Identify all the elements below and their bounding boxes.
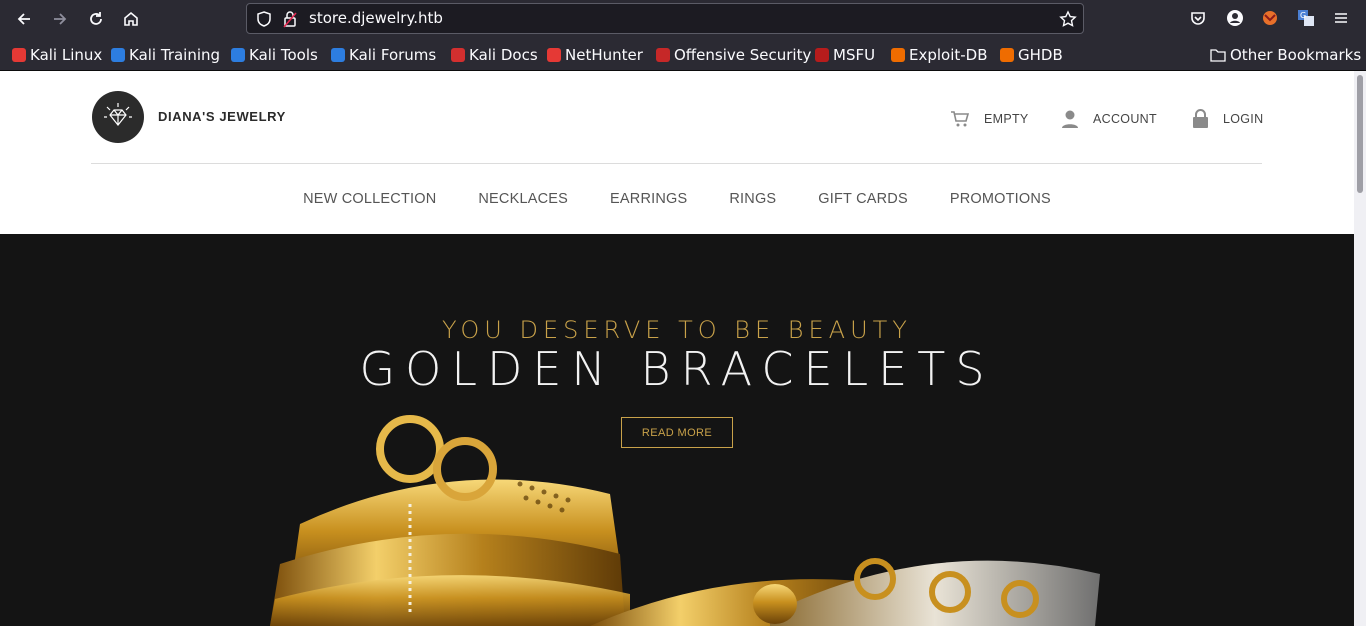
bookmark-label: MSFU [833, 46, 876, 64]
bookmark-label: Kali Tools [249, 46, 318, 64]
other-bookmarks-folder[interactable]: Other Bookmarks [1210, 45, 1361, 65]
bookmark-label: Kali Training [129, 46, 221, 64]
nav-item-gift-cards[interactable]: GIFT CARDS [797, 191, 929, 207]
page-viewport: DIANA'S JEWELRY EMPTY ACCOUNT LOGIN NEW … [0, 71, 1366, 626]
nethunter-icon [547, 48, 561, 62]
nav-item-earrings[interactable]: EARRINGS [589, 191, 708, 207]
reload-icon [90, 12, 102, 25]
translate-icon: G [1298, 10, 1314, 26]
nav-item-promotions[interactable]: PROMOTIONS [929, 191, 1072, 207]
forward-button[interactable] [48, 7, 72, 31]
forward-arrow-icon [54, 13, 67, 25]
header-divider [91, 163, 1262, 164]
kali-training-icon [111, 48, 125, 62]
bookmark-exploit-db[interactable]: Exploit-DB [891, 45, 988, 65]
kali-forums-icon [331, 48, 345, 62]
extension-button[interactable] [1260, 8, 1280, 28]
kali-docs-icon [451, 48, 465, 62]
nav-item-new-collection[interactable]: NEW COLLECTION [282, 191, 457, 207]
back-arrow-icon [17, 13, 30, 25]
reload-button[interactable] [84, 7, 108, 31]
site-header: DIANA'S JEWELRY EMPTY ACCOUNT LOGIN NEW … [0, 71, 1354, 234]
main-navigation: NEW COLLECTION NECKLACES EARRINGS RINGS GIFT… [0, 191, 1354, 207]
other-bookmarks-label: Other Bookmarks [1230, 46, 1362, 64]
bookmark-nethunter[interactable]: NetHunter [547, 45, 643, 65]
login-link[interactable]: LOGIN [1192, 107, 1263, 131]
bookmark-kali-training[interactable]: Kali Training [111, 45, 220, 65]
account-link[interactable]: ACCOUNT [1061, 107, 1157, 131]
home-button[interactable] [119, 7, 143, 31]
hero-banner: YOU DESERVE TO BE BEAUTY GOLDEN BRACELET… [0, 234, 1354, 626]
hamburger-menu-icon [1335, 13, 1347, 23]
account-label: ACCOUNT [1093, 112, 1157, 126]
kali-icon [12, 48, 26, 62]
bookmarks-toolbar: Kali Linux Kali Training Kali Tools Kali Fo… [0, 38, 1366, 71]
bookmark-kali-linux[interactable]: Kali Linux [12, 45, 102, 65]
url-text[interactable]: store.djewelry.htb [309, 9, 443, 27]
url-bar[interactable]: store.djewelry.htb [246, 3, 1084, 34]
cart-label: EMPTY [984, 112, 1029, 126]
bookmark-label: Offensive Security [674, 46, 812, 64]
offsec-icon [656, 48, 670, 62]
account-icon [1227, 10, 1243, 26]
home-icon [124, 11, 138, 26]
cart-link[interactable]: EMPTY [950, 107, 1029, 131]
back-button[interactable] [12, 7, 36, 31]
exploit-db-icon [891, 48, 905, 62]
account-button[interactable] [1225, 8, 1245, 28]
insecure-lock-icon[interactable] [281, 10, 299, 28]
bookmark-label: GHDB [1018, 46, 1063, 64]
user-icon [1062, 110, 1078, 128]
bookmark-ghdb[interactable]: GHDB [1000, 45, 1063, 65]
extension-fox-icon [1263, 11, 1277, 25]
golden-bracelets-image [270, 415, 1100, 626]
bookmark-offensive-security[interactable]: Offensive Security [656, 45, 811, 65]
bookmark-label: Kali Docs [469, 46, 538, 64]
pocket-icon [1191, 12, 1205, 25]
hero-subtitle: YOU DESERVE TO BE BEAUTY [442, 316, 912, 344]
scrollbar-thumb[interactable] [1357, 75, 1363, 193]
pocket-button[interactable] [1188, 8, 1208, 28]
brand-name[interactable]: DIANA'S JEWELRY [158, 109, 286, 124]
msfu-icon [815, 48, 829, 62]
svg-text:G: G [1300, 11, 1306, 20]
cart-icon [951, 111, 970, 127]
bookmark-label: Kali Linux [30, 46, 103, 64]
bookmark-label: Kali Forums [349, 46, 437, 64]
bookmark-kali-tools[interactable]: Kali Tools [231, 45, 318, 65]
page-scrollbar[interactable] [1354, 71, 1366, 626]
nav-item-necklaces[interactable]: NECKLACES [457, 191, 589, 207]
login-label: LOGIN [1223, 112, 1264, 126]
ghdb-icon [1000, 48, 1014, 62]
hero-title: GOLDEN BRACELETS [359, 342, 995, 396]
folder-icon [1210, 49, 1226, 62]
logo[interactable] [92, 91, 144, 143]
translate-button[interactable]: G [1296, 8, 1316, 28]
kali-tools-icon [231, 48, 245, 62]
menu-button[interactable] [1331, 8, 1351, 28]
browser-toolbar: store.djewelry.htb G [0, 0, 1366, 38]
diamond-logo-icon [104, 103, 132, 126]
bookmark-msfu[interactable]: MSFU [815, 45, 875, 65]
shield-icon[interactable] [255, 10, 273, 28]
lock-icon [1193, 109, 1208, 128]
bookmark-kali-forums[interactable]: Kali Forums [331, 45, 436, 65]
nav-item-rings[interactable]: RINGS [708, 191, 797, 207]
bookmark-label: NetHunter [565, 46, 643, 64]
bookmark-label: Exploit-DB [909, 46, 988, 64]
bookmark-kali-docs[interactable]: Kali Docs [451, 45, 538, 65]
bookmark-star-icon[interactable] [1059, 10, 1077, 28]
